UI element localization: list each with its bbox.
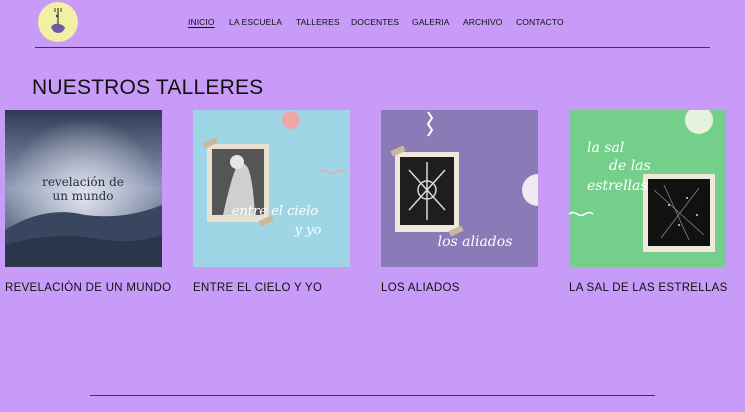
card-image-text: revelación de: [42, 175, 124, 189]
card-image-text: entre el cielo: [232, 204, 319, 219]
logo-hand-icon: [51, 8, 65, 33]
site-logo[interactable]: [38, 2, 78, 42]
card-image-text: estrellas: [587, 178, 648, 194]
header-divider: [35, 47, 710, 48]
workshop-image-aliados[interactable]: los aliados: [381, 110, 538, 267]
nav-contacto[interactable]: CONTACTO: [516, 17, 564, 27]
section-title: NUESTROS TALLERES: [32, 76, 264, 99]
workshop-image-estrellas[interactable]: la sal de las estrellas: [569, 110, 726, 267]
workshop-title[interactable]: LA SAL DE LAS ESTRELLAS: [569, 282, 727, 294]
workshop-image-cielo[interactable]: entre el cielo y yo: [193, 110, 350, 267]
footer-divider: [90, 395, 655, 396]
workshop-card-estrellas[interactable]: la sal de las estrellas LA SAL DE LAS ES…: [569, 110, 727, 294]
workshop-image-revelacion[interactable]: revelación de un mundo: [5, 110, 162, 267]
nav-docentes[interactable]: DOCENTES: [351, 17, 399, 27]
workshop-card-revelacion[interactable]: revelación de un mundo REVELACIÓN DE UN …: [5, 110, 171, 294]
nav-galeria[interactable]: GALERIA: [412, 17, 450, 27]
card-image-text: los aliados: [438, 234, 513, 250]
workshop-title[interactable]: REVELACIÓN DE UN MUNDO: [5, 282, 171, 294]
workshop-title[interactable]: LOS ALIADOS: [381, 282, 538, 294]
nav-la-escuela[interactable]: LA ESCUELA: [229, 17, 282, 27]
card-image-text: y yo: [294, 223, 322, 238]
nav-archivo[interactable]: ARCHIVO: [463, 17, 502, 27]
workshop-card-cielo[interactable]: entre el cielo y yo ENTRE EL CIELO Y YO: [193, 110, 350, 294]
card-image-text: un mundo: [52, 189, 113, 203]
nav-inicio[interactable]: INICIO: [188, 17, 215, 27]
nav-talleres[interactable]: TALLERES: [296, 17, 340, 27]
workshop-title[interactable]: ENTRE EL CIELO Y YO: [193, 282, 350, 294]
card-image-text: de las: [609, 158, 651, 174]
card-image-text: la sal: [587, 140, 624, 156]
workshop-card-aliados[interactable]: los aliados LOS ALIADOS: [381, 110, 538, 294]
